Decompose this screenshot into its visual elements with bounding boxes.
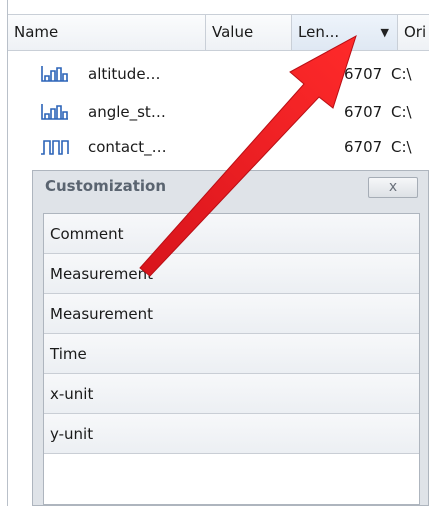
list-item[interactable]: Measurement — [44, 254, 419, 294]
list-item[interactable]: Measurement — [44, 294, 419, 334]
column-header-length[interactable]: Len... ▼ — [292, 15, 398, 50]
row-length: 6707 — [344, 65, 383, 83]
close-icon: x — [388, 179, 398, 195]
table-row[interactable]: angle_st… 6707 C:\ — [8, 95, 429, 129]
close-button[interactable]: x — [368, 177, 418, 198]
list-item[interactable]: x-unit — [44, 374, 419, 414]
row-origin: C:\ — [391, 65, 412, 83]
column-header-origin[interactable]: Ori — [398, 15, 429, 50]
list-item[interactable]: Comment — [44, 214, 419, 254]
row-name: altitude… — [88, 65, 161, 83]
customization-title: Customization — [45, 177, 167, 195]
column-header-length-label: Len... — [298, 23, 340, 41]
row-origin: C:\ — [391, 138, 412, 156]
row-name: angle_st… — [88, 103, 166, 121]
table-row[interactable]: altitude… 6707 C:\ — [8, 57, 429, 91]
row-name: contact_… — [88, 138, 167, 156]
step-signal-icon — [41, 66, 68, 82]
dropdown-arrow-icon[interactable]: ▼ — [381, 15, 389, 50]
column-header-value-label: Value — [212, 23, 254, 41]
list-empty-area — [44, 454, 419, 504]
column-header-name[interactable]: Name — [8, 15, 206, 50]
column-header-bar: Name Value Len... ▼ Ori — [8, 14, 429, 51]
row-length: 6707 — [344, 103, 383, 121]
hidden-columns-list: Comment Measurement Measurement Time x-u… — [43, 213, 420, 505]
row-origin: C:\ — [391, 103, 412, 121]
column-header-value[interactable]: Value — [206, 15, 292, 50]
pulse-signal-icon — [41, 140, 69, 155]
list-item[interactable]: Time — [44, 334, 419, 374]
list-item[interactable]: y-unit — [44, 414, 419, 454]
table-row[interactable]: contact_… 6707 C:\ — [8, 130, 429, 164]
column-header-origin-label: Ori — [404, 23, 427, 41]
row-length: 6707 — [344, 138, 383, 156]
step-signal-icon — [41, 104, 68, 120]
customization-panel: Customization x Comment Measurement Meas… — [32, 170, 429, 506]
column-header-name-label: Name — [14, 23, 59, 41]
